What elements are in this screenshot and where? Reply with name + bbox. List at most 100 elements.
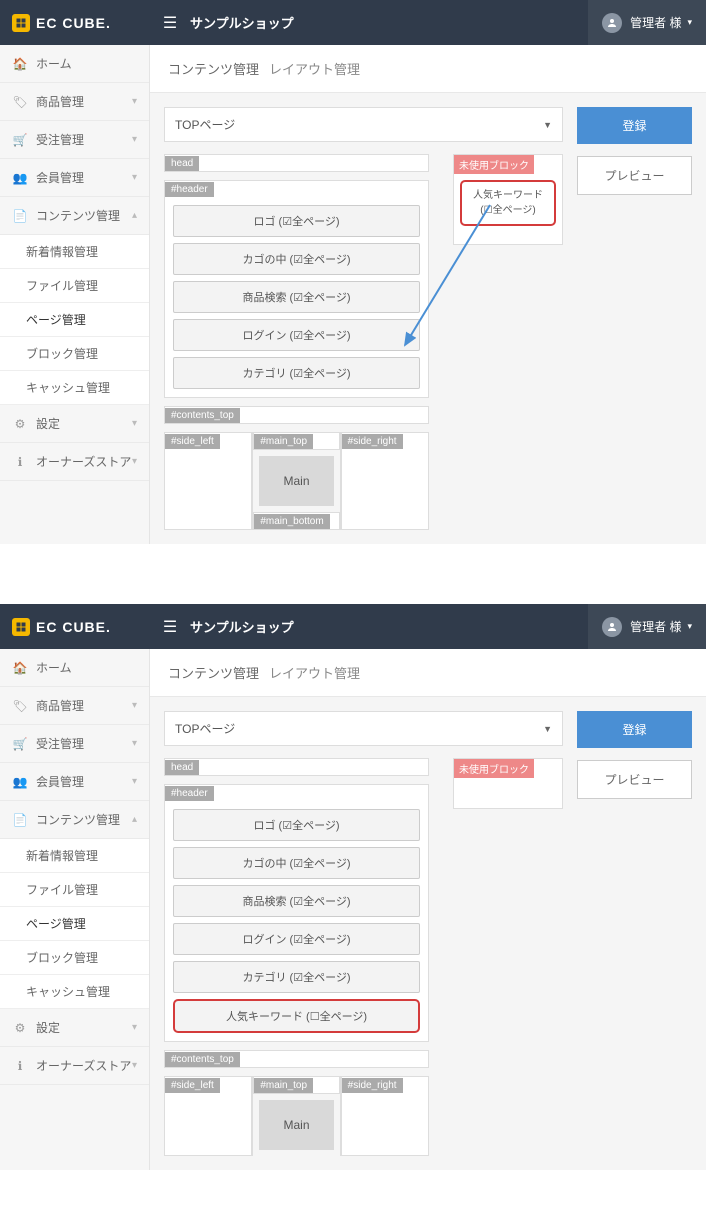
zone-contents-top[interactable]: #contents_top [164,1050,429,1068]
zone-head[interactable]: head [164,154,429,172]
sidebar-item-home[interactable]: 🏠ホーム [0,649,149,687]
subnav-file[interactable]: ファイル管理 [0,269,149,303]
main-area: コンテンツ管理レイアウト管理 TOPページ▼ head #header ロゴ (… [150,649,706,1170]
zone-main-top[interactable]: #main_top [253,1076,339,1094]
zone-main: Main [259,1100,333,1150]
zone-contents-top[interactable]: #contents_top [164,406,429,424]
sidebar-item-settings[interactable]: ⚙設定▾ [0,1009,149,1047]
zone-side-left[interactable]: #side_left [164,1076,252,1156]
home-icon: 🏠 [12,57,28,71]
sidebar-item-settings[interactable]: ⚙設定▾ [0,405,149,443]
preview-button[interactable]: プレビュー [577,760,692,799]
sidebar-item-products[interactable]: 🏷商品管理▾ [0,687,149,725]
zone-header[interactable]: #header ロゴ (☑全ページ) カゴの中 (☑全ページ) 商品検索 (☑全… [164,180,429,398]
home-icon: 🏠 [12,661,28,675]
subnav-cache[interactable]: キャッシュ管理 [0,371,149,405]
register-button[interactable]: 登録 [577,711,692,748]
chevron-down-icon: ▾ [132,700,137,711]
subnav-block[interactable]: ブロック管理 [0,337,149,371]
chevron-down-icon: ▾ [132,738,137,749]
user-name: 管理者 様 [630,618,681,635]
subnav-news[interactable]: 新着情報管理 [0,839,149,873]
block-logo[interactable]: ロゴ (☑全ページ) [173,809,420,841]
breadcrumb: コンテンツ管理レイアウト管理 [150,45,706,93]
logo[interactable]: EC CUBE. [0,0,150,45]
sidebar-item-store[interactable]: ℹオーナーズストア▾ [0,443,149,481]
sidebar: 🏠ホーム 🏷商品管理▾ 🛒受注管理▾ 👥会員管理▾ 📄コンテンツ管理▴ 新着情報… [0,45,150,544]
block-logo[interactable]: ロゴ (☑全ページ) [173,205,420,237]
subnav-page[interactable]: ページ管理 [0,907,149,941]
chevron-down-icon: ▼ [543,724,552,734]
shop-name: サンプルショップ [190,13,294,32]
chevron-up-icon: ▴ [132,814,137,825]
logo-icon [12,14,30,32]
users-icon: 👥 [12,775,28,789]
block-login[interactable]: ログイン (☑全ページ) [173,923,420,955]
sidebar-item-contents[interactable]: 📄コンテンツ管理▴ [0,801,149,839]
zone-head[interactable]: head [164,758,429,776]
screenshot-after: EC CUBE. ☰ サンプルショップ 管理者 様 ▾ 🏠ホーム 🏷商品管理▾ … [0,604,706,1170]
preview-button[interactable]: プレビュー [577,156,692,195]
sidebar-item-members[interactable]: 👥会員管理▾ [0,763,149,801]
chevron-down-icon: ▾ [132,134,137,145]
zone-side-right[interactable]: #side_right [341,1076,429,1156]
block-search[interactable]: 商品検索 (☑全ページ) [173,281,420,313]
zone-main: Main [259,456,333,506]
chevron-down-icon: ▾ [132,776,137,787]
file-icon: 📄 [12,209,28,223]
zone-unused[interactable]: 未使用ブロック 人気キーワード (☐全ページ) [453,154,563,245]
info-icon: ℹ [12,455,28,469]
main-area: コンテンツ管理レイアウト管理 TOPページ▼ head #header ロゴ (… [150,45,706,544]
logo[interactable]: EC CUBE. [0,604,150,649]
hamburger-icon[interactable]: ☰ [150,617,190,637]
sidebar-item-members[interactable]: 👥会員管理▾ [0,159,149,197]
logo-text: EC CUBE. [36,15,111,31]
zone-header[interactable]: #header ロゴ (☑全ページ) カゴの中 (☑全ページ) 商品検索 (☑全… [164,784,429,1042]
block-popular-keyword[interactable]: 人気キーワード (☐全ページ) [460,180,556,226]
page-select[interactable]: TOPページ▼ [164,107,563,142]
subnav-page[interactable]: ページ管理 [0,303,149,337]
sidebar-item-contents[interactable]: 📄コンテンツ管理▴ [0,197,149,235]
block-category[interactable]: カテゴリ (☑全ページ) [173,357,420,389]
chevron-up-icon: ▴ [132,210,137,221]
shop-name: サンプルショップ [190,617,294,636]
topbar: EC CUBE. ☰ サンプルショップ 管理者 様 ▾ [0,0,706,45]
subnav-file[interactable]: ファイル管理 [0,873,149,907]
gear-icon: ⚙ [12,1021,28,1035]
register-button[interactable]: 登録 [577,107,692,144]
avatar-icon [602,617,622,637]
subnav-news[interactable]: 新着情報管理 [0,235,149,269]
page-select[interactable]: TOPページ▼ [164,711,563,746]
sidebar-item-products[interactable]: 🏷商品管理▾ [0,83,149,121]
zone-main-top[interactable]: #main_top [253,432,339,450]
cart-icon: 🛒 [12,133,28,147]
block-cart[interactable]: カゴの中 (☑全ページ) [173,243,420,275]
sidebar-item-store[interactable]: ℹオーナーズストア▾ [0,1047,149,1085]
subnav-cache[interactable]: キャッシュ管理 [0,975,149,1009]
chevron-down-icon: ▾ [132,96,137,107]
file-icon: 📄 [12,813,28,827]
block-cart[interactable]: カゴの中 (☑全ページ) [173,847,420,879]
sidebar-item-orders[interactable]: 🛒受注管理▾ [0,725,149,763]
user-menu[interactable]: 管理者 様 ▾ [588,0,706,45]
chevron-down-icon: ▾ [132,456,137,467]
screenshot-before: EC CUBE. ☰ サンプルショップ 管理者 様 ▾ 🏠ホーム 🏷商品管理▾ … [0,0,706,544]
chevron-down-icon: ▾ [132,1022,137,1033]
block-search[interactable]: 商品検索 (☑全ページ) [173,885,420,917]
block-login[interactable]: ログイン (☑全ページ) [173,319,420,351]
zone-side-left[interactable]: #side_left [164,432,252,530]
sidebar-item-orders[interactable]: 🛒受注管理▾ [0,121,149,159]
subnav-block[interactable]: ブロック管理 [0,941,149,975]
hamburger-icon[interactable]: ☰ [150,13,190,33]
sidebar: 🏠ホーム 🏷商品管理▾ 🛒受注管理▾ 👥会員管理▾ 📄コンテンツ管理▴ 新着情報… [0,649,150,1170]
zone-main-bottom[interactable]: #main_bottom [253,512,339,530]
chevron-down-icon: ▾ [132,418,137,429]
user-menu[interactable]: 管理者 様 ▾ [588,604,706,649]
sidebar-item-home[interactable]: 🏠ホーム [0,45,149,83]
block-category[interactable]: カテゴリ (☑全ページ) [173,961,420,993]
zone-unused[interactable]: 未使用ブロック [453,758,563,809]
chevron-down-icon: ▾ [132,1060,137,1071]
cart-icon: 🛒 [12,737,28,751]
block-popular-keyword[interactable]: 人気キーワード (☐全ページ) [173,999,420,1033]
zone-side-right[interactable]: #side_right [341,432,429,530]
